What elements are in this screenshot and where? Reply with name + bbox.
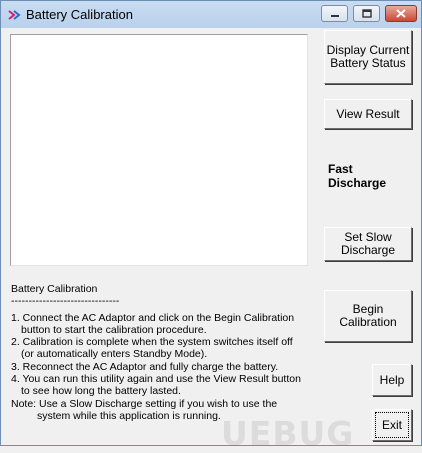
battery-calibration-window: Battery Calibration Display Current Batt… bbox=[0, 0, 422, 453]
set-slow-discharge-label: Set Slow Discharge bbox=[340, 230, 396, 257]
begin-calibration-button[interactable]: Begin Calibration bbox=[324, 290, 412, 342]
help-label: Help bbox=[379, 372, 405, 387]
instruction-line: to see how long the battery lasted. bbox=[21, 385, 181, 398]
display-battery-status-button[interactable]: Display Current Battery Status bbox=[324, 30, 412, 84]
instruction-line: system while this application is running… bbox=[37, 409, 221, 422]
exit-button[interactable]: Exit bbox=[372, 409, 412, 441]
fast-discharge-label: Fast Discharge bbox=[328, 162, 387, 190]
view-result-label: View Result bbox=[336, 106, 400, 121]
minimize-icon bbox=[330, 5, 340, 23]
instructions-heading: Battery Calibration bbox=[11, 283, 98, 295]
minimize-button[interactable] bbox=[321, 5, 348, 22]
instructions-text: Battery Calibration --------------------… bbox=[11, 283, 316, 422]
instruction-line: 1. Connect the AC Adaptor and click on t… bbox=[11, 311, 295, 324]
close-icon bbox=[396, 5, 406, 23]
view-result-button[interactable]: View Result bbox=[324, 99, 412, 129]
help-button[interactable]: Help bbox=[372, 364, 412, 396]
title-bar[interactable]: Battery Calibration bbox=[1, 1, 421, 28]
results-display-box[interactable] bbox=[10, 34, 308, 266]
instruction-line: (or automatically enters Standby Mode). bbox=[21, 348, 208, 361]
instruction-line: 4. You can run this utility again and us… bbox=[11, 373, 301, 386]
maximize-button[interactable] bbox=[353, 5, 380, 22]
instruction-line: button to start the calibration procedur… bbox=[21, 323, 207, 336]
close-button[interactable] bbox=[385, 5, 417, 22]
instruction-line: 2. Calibration is complete when the syst… bbox=[11, 336, 293, 349]
set-slow-discharge-button[interactable]: Set Slow Discharge bbox=[324, 227, 412, 261]
instruction-line: Note: Use a Slow Discharge setting if yo… bbox=[11, 397, 278, 410]
window-title: Battery Calibration bbox=[26, 7, 133, 22]
client-area: Display Current Battery Status View Resu… bbox=[1, 28, 421, 453]
maximize-icon bbox=[361, 5, 372, 23]
battery-app-icon bbox=[7, 8, 21, 22]
begin-calibration-label: Begin Calibration bbox=[339, 302, 397, 329]
display-battery-status-label: Display Current Battery Status bbox=[326, 43, 410, 70]
instructions-separator: ------------------------------- bbox=[11, 295, 120, 308]
exit-label: Exit bbox=[381, 417, 402, 432]
instruction-line: 3. Reconnect the AC Adaptor and fully ch… bbox=[11, 360, 279, 373]
